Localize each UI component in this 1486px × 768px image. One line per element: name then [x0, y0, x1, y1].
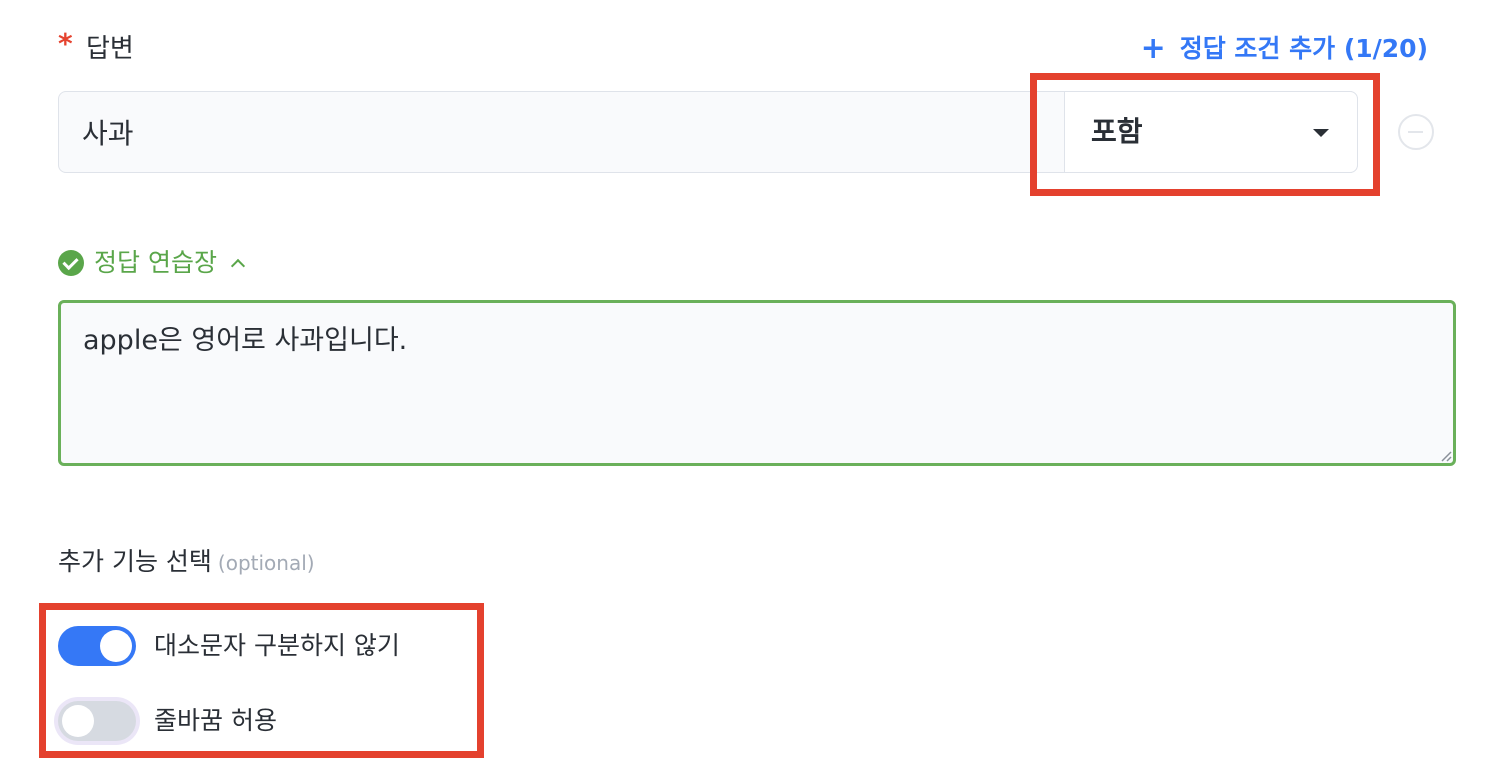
add-condition-label: 정답 조건 추가 (1/20)	[1179, 34, 1428, 63]
allow-linebreak-label: 줄바꿈 허용	[154, 706, 277, 735]
required-asterisk: *	[58, 27, 73, 60]
case-insensitive-option: 대소문자 구분하지 않기	[58, 626, 400, 666]
check-circle-icon	[58, 250, 84, 276]
caret-down-icon	[1313, 129, 1329, 137]
resize-handle-icon[interactable]	[1440, 450, 1452, 462]
practice-toggle[interactable]: 정답 연습장	[58, 248, 246, 278]
toggle-knob	[100, 630, 132, 662]
case-insensitive-label: 대소문자 구분하지 않기	[154, 631, 400, 660]
plus-icon: +	[1140, 31, 1166, 66]
answer-label: 답변	[86, 34, 134, 64]
allow-linebreak-option: 줄바꿈 허용	[58, 701, 277, 741]
practice-label: 정답 연습장	[94, 248, 217, 277]
answer-input[interactable]	[82, 112, 1042, 152]
allow-linebreak-toggle[interactable]	[58, 701, 136, 741]
practice-textarea[interactable]: apple은 영어로 사과입니다.	[58, 300, 1456, 466]
match-type-value: 포함	[1091, 115, 1143, 148]
case-insensitive-toggle[interactable]	[58, 626, 136, 666]
minus-circle-icon[interactable]	[1398, 114, 1434, 150]
extra-options-label: 추가 기능 선택	[58, 547, 212, 576]
extra-options-heading: 추가 기능 선택 (optional)	[58, 547, 315, 578]
add-condition-button[interactable]: + 정답 조건 추가 (1/20)	[1141, 34, 1428, 64]
match-type-select[interactable]: 포함	[1064, 91, 1358, 173]
chevron-up-icon	[230, 258, 246, 274]
optional-tag: (optional)	[217, 551, 315, 575]
toggle-knob	[62, 705, 94, 737]
